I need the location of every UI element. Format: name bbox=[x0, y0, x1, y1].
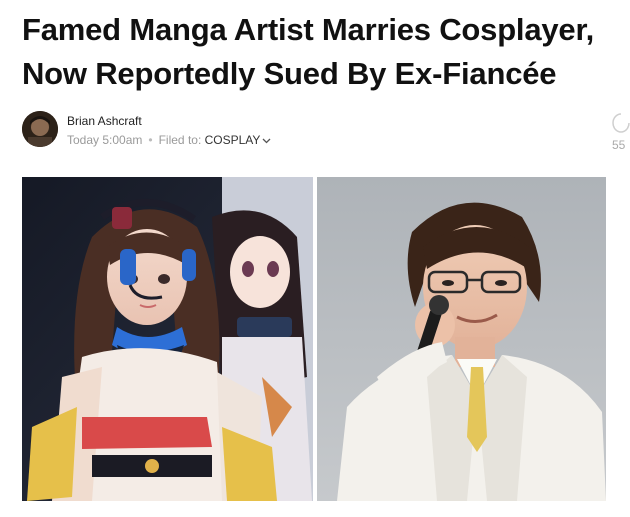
author-name[interactable]: Brian Ashcraft bbox=[67, 114, 142, 128]
share-count: 55 bbox=[612, 138, 626, 152]
share-widget[interactable]: 55 bbox=[612, 112, 630, 152]
meta-separator: • bbox=[148, 133, 153, 147]
chevron-down-icon bbox=[262, 138, 271, 144]
byline: Brian Ashcraft Today 5:00am • Filed to: CO… bbox=[22, 111, 622, 151]
publish-timestamp: Today 5:00am bbox=[67, 133, 143, 147]
share-icon bbox=[612, 113, 630, 133]
category-link[interactable]: COSPLAY bbox=[205, 133, 272, 147]
avatar-image bbox=[22, 111, 58, 147]
manga-artist-image bbox=[317, 177, 606, 501]
headline-line-2: Now Reportedly Sued By Ex-Fiancée bbox=[22, 56, 557, 91]
filed-to-label: Filed to: bbox=[158, 133, 202, 147]
article-meta: Today 5:00am • Filed to: COSPLAY bbox=[67, 133, 271, 147]
category-label: COSPLAY bbox=[204, 133, 261, 147]
manga-artist-photo bbox=[317, 177, 606, 501]
cosplayer-image bbox=[22, 177, 313, 501]
author-avatar[interactable] bbox=[22, 111, 58, 147]
article-page: Famed Manga Artist Marries Cosplayer, No… bbox=[0, 0, 630, 517]
headline-line-1: Famed Manga Artist Marries Cosplayer, bbox=[22, 12, 595, 47]
article-headline[interactable]: Famed Manga Artist Marries Cosplayer, No… bbox=[22, 8, 622, 96]
cosplayer-photo bbox=[22, 177, 313, 501]
